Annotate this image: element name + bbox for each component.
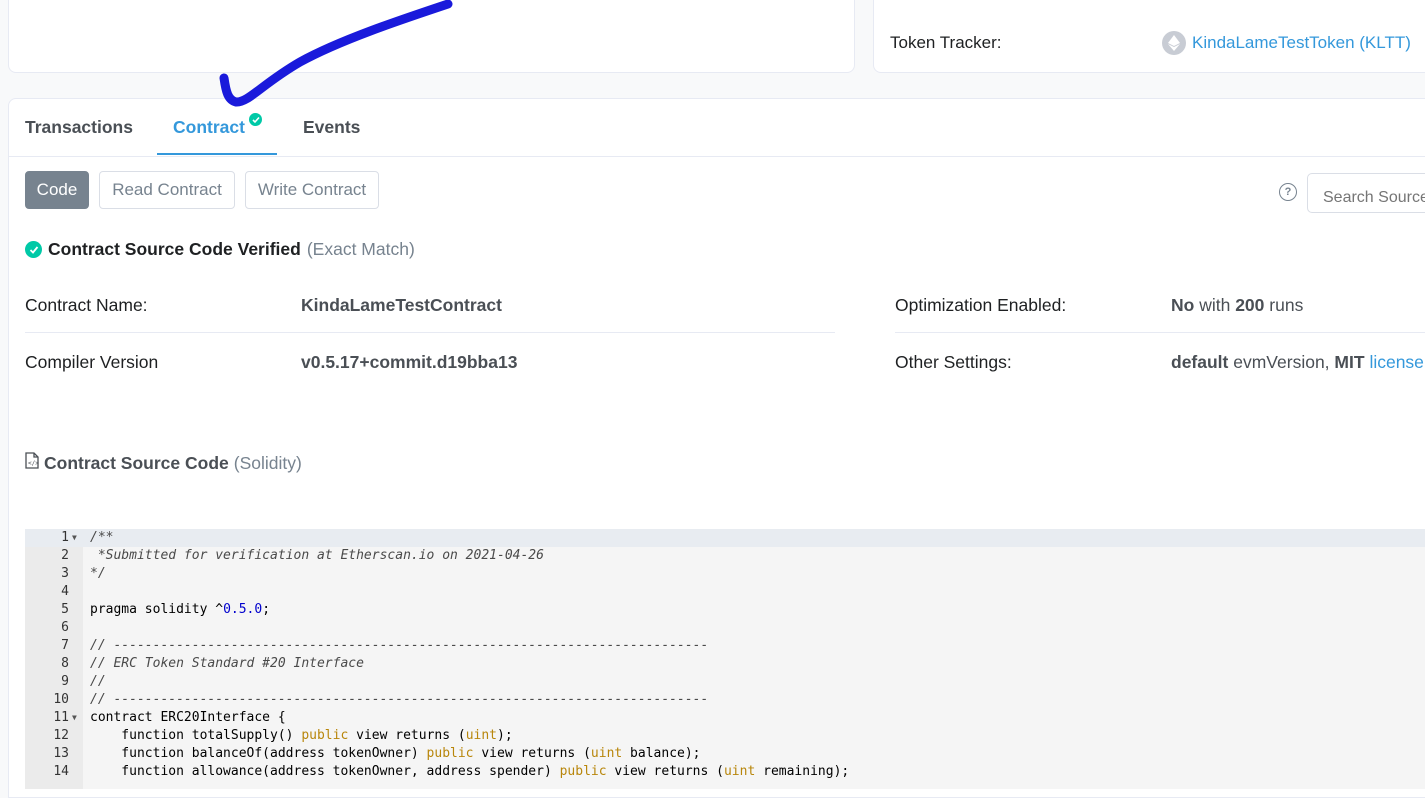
code-line: 12 function totalSupply() public view re… [25, 727, 1425, 745]
token-icon [1162, 31, 1186, 55]
token-tracker-label: Token Tracker: [890, 33, 1002, 52]
code-text: pragma solidity ^0.5.0; [90, 602, 271, 617]
code-editor[interactable]: 1 ▼/** 2 *Submitted for verification at Et… [25, 529, 1425, 789]
line-number: 13 [53, 746, 69, 761]
line-number: 5 [61, 602, 69, 617]
code-line: 1 ▼ /** [25, 529, 1425, 547]
verified-heading: Contract Source Code Verified (Exact Mat… [25, 239, 415, 260]
fold-arrow-icon[interactable]: ▼ [72, 529, 77, 547]
line-number: 12 [53, 728, 69, 743]
compiler-label: Compiler Version [25, 352, 159, 372]
verified-title: Contract Source Code Verified [48, 239, 301, 259]
token-tracker-link[interactable]: KindaLameTestToken (KLTT) [1162, 31, 1411, 55]
active-tab-indicator [157, 153, 277, 155]
source-code-title: Contract Source Code [44, 452, 229, 473]
code-line: 3 */ [25, 565, 1425, 583]
contract-panel: Transactions Contract Events Code Read C… [8, 98, 1425, 798]
code-line: 4 [25, 583, 1425, 601]
tab-contract[interactable]: Contract [173, 117, 245, 138]
code-text: *Submitted for verification at Etherscan… [90, 548, 544, 563]
source-code-lang: (Solidity) [233, 452, 302, 473]
line-number: 6 [61, 620, 69, 635]
line-number: 2 [61, 548, 69, 563]
code-line: 9 // [25, 673, 1425, 691]
code-button[interactable]: Code [25, 171, 89, 209]
code-line: 11 ▼ contract ERC20Interface { [25, 709, 1425, 727]
token-tracker-name: KindaLameTestToken (KLTT) [1192, 33, 1411, 52]
verified-check-icon [249, 113, 262, 126]
read-contract-button[interactable]: Read Contract [99, 171, 235, 209]
line-number: 10 [53, 692, 69, 707]
contract-overview-card [8, 0, 855, 73]
divider [895, 332, 1425, 333]
line-number: 14 [53, 764, 69, 779]
code-line: 6 [25, 619, 1425, 637]
tab-events[interactable]: Events [303, 117, 360, 138]
help-icon[interactable]: ? [1279, 183, 1297, 201]
line-number: 4 [61, 584, 69, 599]
contract-name-label: Contract Name: [25, 295, 148, 315]
code-text: function totalSupply() public view retur… [90, 728, 513, 743]
code-text: function allowance(address tokenOwner, a… [90, 764, 850, 779]
optimization-label: Optimization Enabled: [895, 295, 1067, 315]
line-number: 7 [61, 638, 69, 653]
code-line: 2 *Submitted for verification at Ethersc… [25, 547, 1425, 565]
write-contract-button[interactable]: Write Contract [245, 171, 379, 209]
contract-name-value: KindaLameTestContract [301, 295, 502, 315]
tab-bar: Transactions Contract Events [9, 99, 1425, 157]
verified-match: (Exact Match) [306, 239, 415, 259]
optimization-value: No with 200 runs [1171, 295, 1304, 315]
divider [25, 332, 835, 333]
code-text: // [90, 674, 106, 689]
other-settings-value: default evmVersion, MIT license [1171, 352, 1424, 372]
code-text: function balanceOf(address tokenOwner) p… [90, 746, 701, 761]
code-text: // ERC Token Standard #20 Interface [90, 656, 364, 671]
more-info-card: Token Tracker: KindaLameTestToken (KLTT) [873, 0, 1425, 73]
code-line: 10 // -----------------------------------… [25, 691, 1425, 709]
compiler-value: v0.5.17+commit.d19bba13 [301, 352, 518, 372]
license-link[interactable]: license [1369, 352, 1423, 372]
line-number: 1 [61, 530, 69, 545]
line-number: 3 [61, 566, 69, 581]
line-number: 8 [61, 656, 69, 671]
tab-transactions[interactable]: Transactions [25, 117, 133, 138]
search-source-input[interactable] [1307, 173, 1425, 213]
line-number: 11 [53, 710, 69, 725]
source-code-heading: </> Contract Source Code (Solidity) [25, 452, 302, 474]
code-text: */ [90, 566, 106, 581]
code-line: 5 pragma solidity ^0.5.0; [25, 601, 1425, 619]
fold-arrow-icon[interactable]: ▼ [72, 709, 77, 727]
file-code-icon: </> [25, 452, 39, 474]
code-line: 8 // ERC Token Standard #20 Interface [25, 655, 1425, 673]
code-text: contract ERC20Interface { [90, 710, 286, 725]
line-number: 9 [61, 674, 69, 689]
code-text: /** [90, 530, 114, 545]
code-text: // -------------------------------------… [90, 638, 709, 653]
code-line: 7 // ------------------------------------… [25, 637, 1425, 655]
other-settings-label: Other Settings: [895, 352, 1012, 372]
svg-text:</>: </> [28, 460, 39, 467]
code-line: 13 function balanceOf(address tokenOwner… [25, 745, 1425, 763]
code-text: // -------------------------------------… [90, 692, 709, 707]
verified-check-icon [25, 241, 42, 258]
code-line: 14 function allowance(address tokenOwner… [25, 763, 1425, 781]
